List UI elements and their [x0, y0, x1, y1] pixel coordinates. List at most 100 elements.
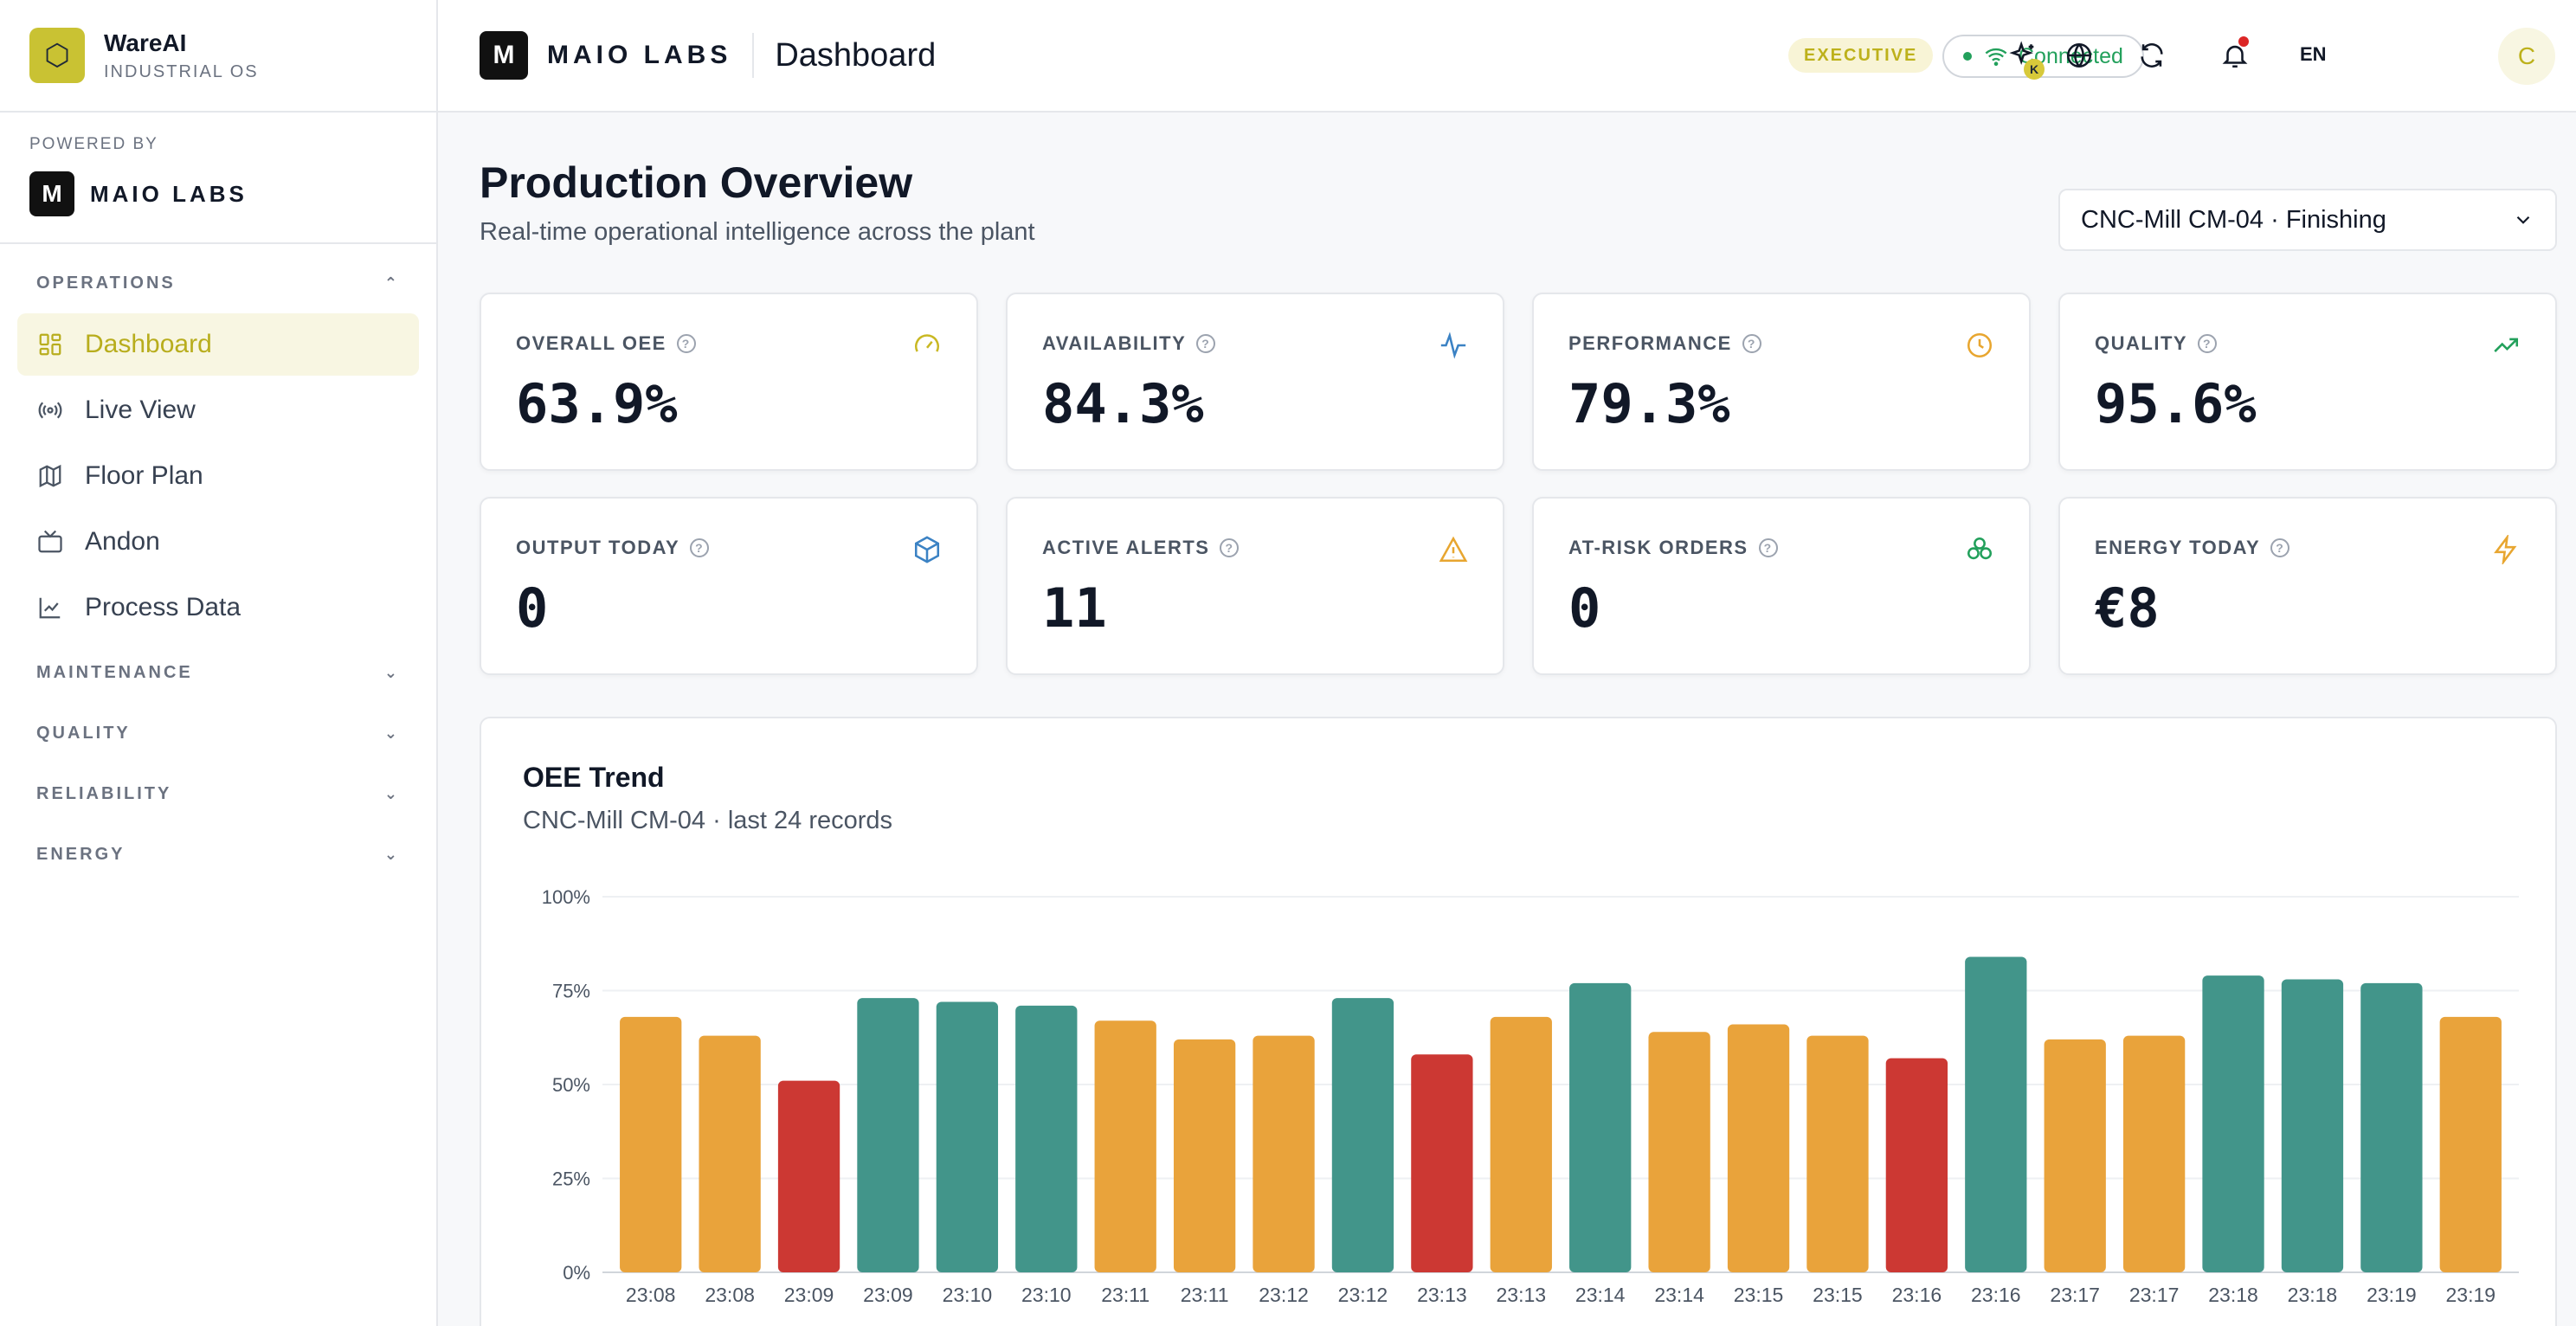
help-icon[interactable]: ?: [690, 538, 710, 557]
language-button[interactable]: [2062, 38, 2096, 73]
chart-bar[interactable]: [1253, 1035, 1315, 1272]
notifications-button[interactable]: [2218, 36, 2252, 73]
chart-bar[interactable]: [1885, 1058, 1948, 1272]
chart-bar[interactable]: [1015, 1005, 1078, 1272]
x-tick-label: 23:13: [1497, 1284, 1547, 1306]
top-header: M MAIO LABS Dashboard EXECUTIVE Connecte…: [438, 0, 2576, 113]
x-tick-label: 23:15: [1734, 1284, 1784, 1306]
x-tick-label: 23:19: [2367, 1284, 2417, 1306]
y-tick-label: 0%: [563, 1262, 590, 1284]
tv-icon: [36, 528, 64, 556]
kpi-label: PERFORMANCE: [1568, 332, 1732, 354]
chart-bar[interactable]: [1648, 1032, 1710, 1272]
section-maintenance[interactable]: MAINTENANCE ⌄: [17, 642, 419, 703]
kpi-overall-oee[interactable]: OVERALL OEE? 63.9%: [480, 293, 978, 471]
page-heading: Dashboard: [775, 36, 937, 74]
kpi-availability[interactable]: AVAILABILITY? 84.3%: [1006, 293, 1504, 471]
ai-assistant-button[interactable]: K: [2006, 38, 2045, 80]
sidebar-item-floor-plan[interactable]: Floor Plan: [17, 445, 419, 507]
avatar[interactable]: C: [2498, 28, 2555, 85]
chart-bar[interactable]: [620, 1016, 682, 1272]
chart-bar[interactable]: [2281, 979, 2344, 1272]
page-title: Production Overview: [480, 158, 913, 207]
chart-bar[interactable]: [699, 1035, 761, 1272]
sidebar-item-dashboard[interactable]: Dashboard: [17, 313, 419, 376]
sidebar-item-label: Floor Plan: [85, 461, 203, 490]
x-tick-label: 23:10: [943, 1284, 993, 1306]
x-tick-label: 23:12: [1338, 1284, 1388, 1306]
chart-bar[interactable]: [857, 998, 919, 1272]
kpi-at-risk-orders[interactable]: AT-RISK ORDERS? 0: [1532, 497, 2031, 675]
globe-icon: [2066, 42, 2092, 68]
boxes-icon: [1965, 535, 1994, 564]
activity-icon: [1439, 331, 1468, 360]
chevron-down-icon: ⌄: [383, 845, 400, 864]
chart-bar[interactable]: [1173, 1039, 1236, 1272]
chart-bar[interactable]: [1727, 1024, 1790, 1272]
chart-bar[interactable]: [777, 1080, 840, 1272]
chart-bar[interactable]: [1569, 982, 1632, 1272]
assistant-badge: K: [2024, 59, 2045, 80]
chart-bar[interactable]: [1965, 956, 2027, 1272]
chart-bar[interactable]: [2122, 1035, 2186, 1272]
machine-select-value: CNC-Mill CM-04 · Finishing: [2081, 205, 2386, 234]
help-icon[interactable]: ?: [1758, 538, 1778, 557]
x-tick-label: 23:18: [2288, 1284, 2338, 1306]
chart-bar[interactable]: [1094, 1020, 1156, 1272]
app-brand[interactable]: ⬡ WareAI INDUSTRIAL OS: [0, 0, 436, 113]
maio-logo-icon: M: [480, 31, 528, 80]
help-icon[interactable]: ?: [1196, 334, 1216, 353]
trending-up-icon: [2491, 331, 2521, 360]
chart-bar[interactable]: [1806, 1035, 1869, 1272]
kpi-output-today[interactable]: OUTPUT TODAY? 0: [480, 497, 978, 675]
x-tick-label: 23:09: [784, 1284, 834, 1306]
machine-select[interactable]: CNC-Mill CM-04 · Finishing: [2058, 189, 2557, 251]
chart-bar[interactable]: [2202, 975, 2264, 1272]
warning-icon: [1439, 535, 1468, 564]
x-tick-label: 23:16: [1892, 1284, 1942, 1306]
chevron-down-icon: ⌄: [383, 663, 400, 682]
chart-bar[interactable]: [1411, 1054, 1473, 1272]
sidebar-nav: OPERATIONS ⌃ Dashboard Live View Floor P…: [0, 253, 436, 885]
chart-bar[interactable]: [2439, 1016, 2502, 1272]
chart-bar[interactable]: [2044, 1039, 2106, 1272]
section-reliability[interactable]: RELIABILITY ⌄: [17, 763, 419, 824]
sidebar-item-label: Andon: [85, 527, 160, 556]
kpi-active-alerts[interactable]: ACTIVE ALERTS? 11: [1006, 497, 1504, 675]
help-icon[interactable]: ?: [2198, 334, 2218, 353]
sidebar-item-live-view[interactable]: Live View: [17, 379, 419, 441]
sidebar-item-andon[interactable]: Andon: [17, 511, 419, 573]
kpi-performance[interactable]: PERFORMANCE? 79.3%: [1532, 293, 2031, 471]
language-code[interactable]: EN: [2300, 43, 2327, 66]
help-icon[interactable]: ?: [1742, 334, 1761, 353]
kpi-energy-today[interactable]: ENERGY TODAY? €8: [2058, 497, 2557, 675]
chart-bar[interactable]: [936, 1001, 999, 1272]
chart-bar[interactable]: [1490, 1016, 1552, 1272]
section-energy[interactable]: ENERGY ⌄: [17, 824, 419, 885]
x-tick-label: 23:11: [1181, 1284, 1229, 1306]
sidebar-item-process-data[interactable]: Process Data: [17, 576, 419, 639]
help-icon[interactable]: ?: [2270, 538, 2290, 557]
wifi-icon: [1985, 48, 2007, 67]
broadcast-icon: [36, 396, 64, 424]
chevron-up-icon: ⌃: [383, 274, 400, 293]
help-icon[interactable]: ?: [676, 334, 696, 353]
chart-bar[interactable]: [2360, 982, 2423, 1272]
y-tick-label: 50%: [552, 1074, 590, 1096]
x-tick-label: 23:09: [863, 1284, 913, 1306]
chart-bar[interactable]: [1331, 998, 1394, 1272]
refresh-button[interactable]: [2135, 38, 2169, 73]
kpi-quality[interactable]: QUALITY? 95.6%: [2058, 293, 2557, 471]
section-operations[interactable]: OPERATIONS ⌃: [17, 253, 419, 313]
box-icon: [912, 535, 942, 564]
oee-bar-chart: 0% 25% 50% 75% 100% 23:08 23:08 23:09 23:09 23:10…: [542, 886, 2519, 1306]
section-quality[interactable]: QUALITY ⌄: [17, 703, 419, 763]
help-icon[interactable]: ?: [1220, 538, 1240, 557]
line-chart-icon: [36, 594, 64, 621]
chevron-down-icon: [2516, 216, 2530, 224]
x-tick-label: 23:16: [1971, 1284, 2021, 1306]
kpi-value: 0: [1568, 576, 1601, 640]
x-tick-label: 23:13: [1417, 1284, 1467, 1306]
kpi-value: 63.9%: [516, 372, 678, 435]
hexagon-icon: ⬡: [29, 28, 85, 83]
